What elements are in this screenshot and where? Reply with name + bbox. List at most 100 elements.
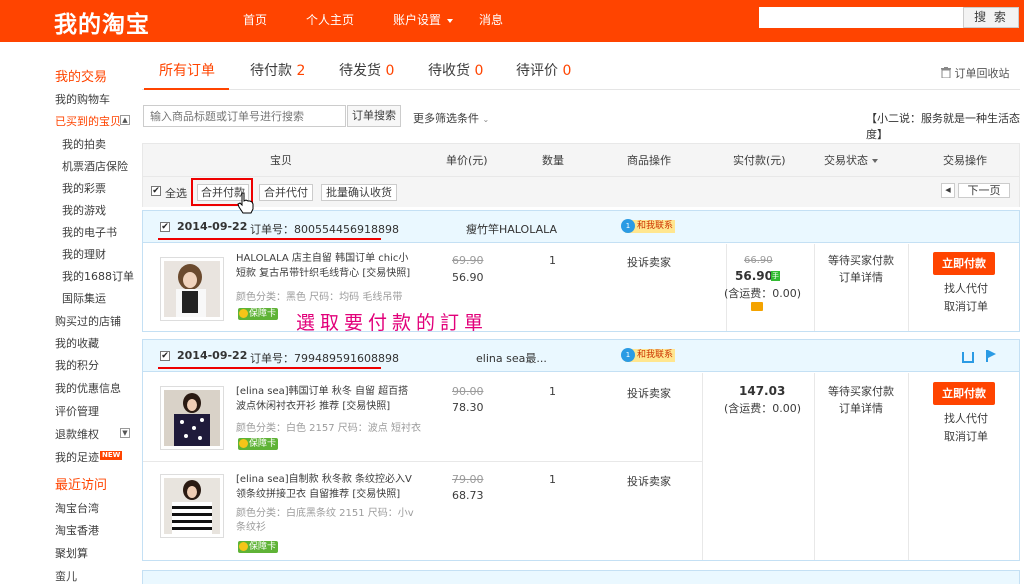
order-checkbox[interactable]: ✔ (160, 222, 170, 232)
sidebar-recent-item[interactable]: 蛮儿 (55, 568, 77, 584)
unit-price: 78.30 (452, 401, 484, 414)
complain-seller-link[interactable]: 投诉卖家 (627, 385, 671, 401)
recycle-bin-link[interactable]: 订单回收站 (941, 65, 1010, 81)
complain-seller-link[interactable]: 投诉卖家 (627, 473, 671, 489)
batch-confirm-receipt-button[interactable]: 批量确认收货 (321, 184, 397, 201)
cancel-order-link[interactable]: 取消订单 (944, 298, 988, 314)
sidebar-my-trades[interactable]: 我的交易 (55, 66, 107, 85)
sidebar-recent-item[interactable]: 淘宝香港 (55, 522, 99, 538)
order-date: 2014-09-22 (177, 349, 248, 362)
sidebar-item[interactable]: 退款维权 (55, 426, 99, 442)
order-number-value: 799489591608898 (294, 352, 399, 365)
tab-unrated[interactable]: 待评价 0 (516, 60, 571, 80)
active-tab-indicator (144, 88, 229, 90)
original-price: 69.90 (452, 254, 484, 267)
search-button[interactable]: 搜 索 (963, 7, 1019, 28)
item-attributes: 颜色分类：白底黑条纹 2151 尺码：小v条纹衫 (236, 508, 414, 533)
sidebar-recent-item[interactable]: 淘宝台湾 (55, 500, 99, 516)
order-details-link[interactable]: 订单详情 (813, 400, 909, 418)
sidebar-sub-item[interactable]: 我的1688订单 (62, 268, 134, 284)
guarantee-icon (239, 439, 248, 448)
prev-page-button[interactable]: ◀ (941, 183, 955, 198)
item-thumbnail[interactable] (160, 474, 224, 538)
sidebar-recent-item[interactable]: 聚划算 (55, 545, 88, 561)
tab-all-orders[interactable]: 所有订单 (159, 60, 215, 80)
sidebar-sub-item[interactable]: 我的拍卖 (62, 136, 106, 152)
sidebar-item[interactable]: 购买过的店铺 (55, 313, 121, 329)
nav-profile[interactable]: 个人主页 (306, 11, 354, 28)
sidebar-item[interactable]: 我的收藏 (55, 335, 99, 351)
sidebar-item[interactable]: 我的足迹 (55, 449, 99, 465)
select-all-checkbox[interactable]: ✔ (151, 186, 161, 196)
shipping-fee: (含运费：0.00) (724, 287, 802, 300)
expand-icon[interactable]: ▼ (120, 428, 130, 438)
sidebar-item[interactable]: 我的优惠信息 (55, 380, 121, 396)
sidebar-item[interactable]: 我的积分 (55, 357, 99, 373)
more-filters-dropdown[interactable]: 更多筛选条件 ⌄ (413, 110, 489, 126)
item-title-link[interactable]: [elina sea]韩国订单 秋冬 自留 超百搭波点休闲衬衣开衫 推荐 [交易… (236, 384, 414, 414)
order-status: 等待买家付款 (828, 385, 894, 398)
pay-now-button[interactable]: 立即付款 (933, 252, 995, 275)
item-title-link[interactable]: [elina sea]自制款 秋冬款 条纹控必入V领条纹拼接卫衣 自留推荐 [交… (236, 472, 414, 502)
seller-name[interactable]: 瘦竹竿HALOLALA (466, 221, 557, 237)
order-number: 订单号：800554456918898 (250, 221, 399, 237)
sidebar-bought[interactable]: 已买到的宝贝 (55, 113, 121, 129)
item-thumbnail[interactable] (160, 257, 224, 321)
tab-unpaid[interactable]: 待付款 2 (250, 60, 305, 80)
tab-unshipped-label: 待发货 (339, 63, 381, 79)
order-search-button[interactable]: 订单搜索 (347, 105, 401, 127)
order-card: ✔ 2014-09-22 订单号：799489591608898 elina s… (142, 339, 1020, 561)
sidebar-sub-item[interactable]: 机票酒店保险 (62, 158, 128, 174)
col-status-filter[interactable]: 交易状态 (824, 152, 878, 168)
search-input[interactable] (759, 7, 963, 28)
tab-unpaid-count: 2 (296, 63, 306, 79)
share-icon[interactable] (962, 352, 974, 363)
nav-messages[interactable]: 消息 (479, 11, 503, 28)
tabs-divider (142, 89, 1020, 90)
tab-unreceived[interactable]: 待收货 0 (428, 60, 483, 80)
nav-account-settings-label: 账户设置 (393, 13, 442, 27)
guarantee-label: 保障卡 (249, 439, 277, 449)
sidebar-cart[interactable]: 我的购物车 (55, 91, 110, 107)
order-details-link[interactable]: 订单详情 (813, 269, 909, 287)
guarantee-badge[interactable]: 保障卡 (238, 308, 279, 320)
flag-icon[interactable] (986, 350, 996, 362)
logo[interactable]: 我的淘宝 (54, 5, 150, 39)
merge-proxy-pay-button[interactable]: 合并代付 (259, 184, 313, 201)
order-checkbox[interactable]: ✔ (160, 351, 170, 361)
guarantee-icon (239, 542, 248, 551)
sidebar-item[interactable]: 评价管理 (55, 403, 99, 419)
tab-unshipped[interactable]: 待发货 0 (339, 60, 394, 80)
contact-seller-button[interactable]: 1 和我联系 (621, 348, 676, 362)
complain-seller-link[interactable]: 投诉卖家 (627, 254, 671, 270)
nav-home[interactable]: 首页 (243, 11, 267, 28)
guarantee-badge[interactable]: 保障卡 (238, 541, 279, 553)
order-number-label: 订单号： (250, 223, 294, 236)
annotation-text: 選取要付款的訂單 (296, 312, 489, 334)
collapse-icon[interactable]: ▲ (120, 115, 130, 125)
sidebar-sub-item[interactable]: 国际集运 (62, 290, 106, 306)
sidebar-sub-item[interactable]: 我的电子书 (62, 224, 117, 240)
proxy-pay-link[interactable]: 找人代付 (944, 410, 988, 426)
order-search-input[interactable] (143, 105, 346, 127)
cancel-order-link[interactable]: 取消订单 (944, 428, 988, 444)
contact-seller-button[interactable]: 1 和我联系 (621, 219, 676, 233)
col-item-ops: 商品操作 (627, 154, 671, 167)
chevron-down-icon: ⌄ (482, 115, 490, 124)
sidebar-sub-item[interactable]: 我的彩票 (62, 180, 106, 196)
item-thumbnail[interactable] (160, 386, 224, 450)
nav-account-settings[interactable]: 账户设置 (393, 11, 454, 28)
item-title-link[interactable]: HALOLALA 店主自留 韩国订单 chic小短款 复古吊带针织毛线背心 [交… (236, 251, 414, 281)
pay-now-button[interactable]: 立即付款 (933, 382, 995, 405)
sidebar-sub-item[interactable]: 我的理财 (62, 246, 106, 262)
chevron-down-icon (447, 18, 454, 23)
order-date: 2014-09-22 (177, 220, 248, 233)
red-underline (158, 367, 381, 369)
tab-unrated-label: 待评价 (516, 63, 558, 79)
guarantee-badge[interactable]: 保障卡 (238, 438, 279, 450)
next-page-button[interactable]: 下一页 (958, 183, 1010, 198)
sidebar-sub-item[interactable]: 我的游戏 (62, 202, 106, 218)
proxy-pay-link[interactable]: 找人代付 (944, 280, 988, 296)
slogan: 【小二说：服务就是一种生活态度】 (866, 112, 1020, 141)
seller-name[interactable]: elina sea最... (476, 350, 547, 366)
